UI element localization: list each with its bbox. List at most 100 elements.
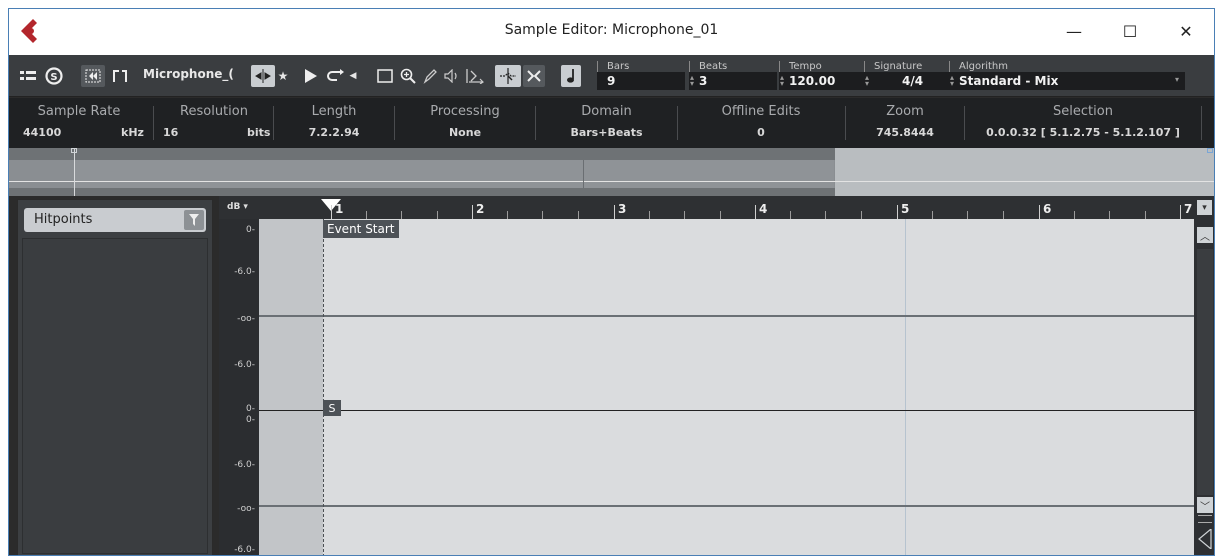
resolution-value[interactable]: 16 — [163, 126, 178, 139]
snap-star-icon[interactable]: ★ — [277, 65, 289, 87]
bars-value[interactable]: 9 — [607, 74, 615, 88]
channel-divider — [259, 410, 1194, 411]
filter-icon[interactable] — [184, 210, 204, 230]
length-info: Length 7.2.2.94 — [275, 98, 393, 148]
minimize-button[interactable]: — — [1054, 19, 1094, 43]
zoom-info: Zoom 745.8444 — [846, 98, 964, 148]
zoom-value[interactable]: 745.8444 — [846, 126, 964, 139]
algorithm-spinner-icon[interactable]: ▴ ▾ — [950, 74, 954, 88]
beats-field[interactable]: ▴ ▾ Beats 3 — [689, 61, 777, 93]
offline-edits-info: Offline Edits 0 — [678, 98, 844, 148]
warp-marker-icon[interactable] — [523, 65, 545, 87]
db-scale-ch2-3: -oo- — [237, 504, 255, 514]
scroll-up-chevron-icon[interactable]: ︿ — [1197, 227, 1213, 243]
ruler-bar-3: 3 — [618, 202, 627, 216]
time-warp-icon[interactable] — [464, 65, 486, 87]
zoom-triangle-icon[interactable] — [1198, 527, 1212, 553]
beats-spinner-icon[interactable]: ▴ ▾ — [690, 74, 694, 88]
bars-label: Bars — [607, 61, 630, 72]
play-options-icon[interactable]: ◀ — [349, 65, 357, 87]
title-bar: Sample Editor: Microphone_01 — ☐ ✕ — [9, 9, 1214, 55]
db-scale-ch1-2: -oo- — [237, 314, 255, 324]
overview-handle-right[interactable] — [1207, 148, 1213, 153]
resolution-header: Resolution — [180, 104, 248, 119]
left-panel: Hitpoints — [17, 199, 213, 555]
ruler-bar-2: 2 — [476, 202, 485, 216]
chevron-down-icon[interactable]: ▾ — [1175, 75, 1179, 84]
info-line: Sample Rate 44100 kHz Resolution 16 bits… — [9, 98, 1214, 148]
signature-spinner-icon[interactable]: ▴ ▾ — [865, 74, 869, 88]
solo-editor-icon[interactable]: S — [43, 65, 65, 87]
scroll-down-chevron-icon[interactable]: ﹀ — [1197, 497, 1213, 513]
waveform-display[interactable]: Event Start S — [259, 219, 1194, 555]
overview-marker-left[interactable] — [74, 148, 75, 196]
svg-text:S: S — [50, 72, 57, 83]
event-start-label[interactable]: Event Start — [323, 220, 399, 238]
signature-value[interactable]: 4/4 — [902, 74, 923, 88]
musical-mode-icon[interactable] — [561, 65, 581, 87]
ruler-bar-1: 1 — [335, 202, 344, 216]
maximize-button[interactable]: ☐ — [1110, 19, 1150, 43]
selection-info: Selection 0.0.0.32 [ 5.1.2.75 - 5.1.2.10… — [965, 98, 1201, 148]
domain-value[interactable]: Bars+Beats — [536, 126, 677, 139]
ruler-bar-5: 5 — [901, 202, 910, 216]
processing-header: Processing — [430, 104, 500, 119]
selection-value[interactable]: 0.0.0.32 [ 5.1.2.75 - 5.1.2.107 ] — [965, 126, 1201, 139]
algorithm-select[interactable]: ▴ ▾ Algorithm Standard - Mix ▾ — [949, 61, 1185, 93]
db-scale: 0- -6.0- -oo- -6.0- 0- 0- -6.0- -oo- -6.… — [219, 219, 259, 555]
ruler-bar-6: 6 — [1043, 202, 1052, 216]
db-scale-ch2-1: 0- — [246, 415, 255, 425]
show-inspector-icon[interactable] — [17, 65, 39, 87]
overview-line[interactable] — [9, 148, 1214, 196]
tempo-value[interactable]: 120.00 — [789, 74, 835, 88]
signature-field[interactable]: ▴ ▾ Signature 4/4 — [864, 61, 950, 93]
speaker-icon[interactable] — [442, 65, 462, 87]
length-value[interactable]: 7.2.2.94 — [275, 126, 393, 139]
algorithm-value[interactable]: Standard - Mix — [959, 74, 1058, 88]
draw-pencil-icon[interactable] — [420, 65, 440, 87]
hitpoint-edit-icon[interactable] — [495, 65, 521, 87]
offline-edits-value[interactable]: 0 — [678, 126, 844, 139]
range-select-icon[interactable] — [374, 65, 396, 87]
overview-handle-left[interactable] — [71, 148, 77, 153]
scrollbar-track[interactable] — [1197, 249, 1213, 495]
tempo-spinner-icon[interactable]: ▴ ▾ — [780, 74, 784, 88]
bars-field[interactable]: Bars 9 — [597, 61, 685, 93]
processing-value[interactable]: None — [395, 126, 535, 139]
db-scale-ch2-0: 0- — [246, 404, 255, 414]
db-scale-ch1-1: -6.0- — [234, 267, 255, 277]
play-icon[interactable] — [301, 65, 321, 87]
overview-visible-range[interactable] — [74, 160, 834, 188]
channel1-zero-line — [259, 315, 1194, 317]
db-scale-ch1-0: 0- — [246, 225, 255, 235]
resolution-unit: bits — [247, 126, 271, 139]
audio-follow-icon[interactable] — [81, 65, 105, 87]
ruler-bar-7: 7 — [1184, 202, 1193, 216]
hitpoints-label: Hitpoints — [34, 212, 93, 227]
hitpoints-section-button[interactable]: Hitpoints — [24, 208, 206, 232]
sample-rate-info: Sample Rate 44100 kHz — [9, 98, 149, 148]
snap-to-zero-icon[interactable] — [251, 65, 275, 87]
ruler-menu-chevron-icon[interactable]: ▾ — [1197, 200, 1212, 215]
selection-header: Selection — [1053, 104, 1113, 119]
beats-label: Beats — [699, 61, 728, 72]
beats-value[interactable]: 3 — [699, 74, 707, 88]
zoom-slider-handle[interactable] — [1198, 515, 1212, 523]
zoom-icon[interactable] — [398, 65, 418, 87]
db-scale-ch1-3: -6.0- — [234, 360, 255, 370]
close-button[interactable]: ✕ — [1166, 19, 1206, 43]
vertical-scrollbar[interactable]: ︿ ﹀ — [1194, 219, 1214, 555]
tempo-label: Tempo — [789, 61, 822, 72]
start-marker-handle[interactable]: S — [323, 400, 341, 416]
offline-edits-header: Offline Edits — [721, 104, 801, 119]
algorithm-label: Algorithm — [959, 61, 1008, 72]
sample-rate-value[interactable]: 44100 — [23, 126, 61, 139]
db-scale-menu[interactable]: dB ▾ — [227, 202, 248, 212]
range-bracket-icon[interactable] — [109, 65, 131, 87]
loop-icon[interactable] — [325, 65, 347, 87]
hitpoints-panel-body — [22, 238, 208, 554]
tempo-field[interactable]: ▴ ▾ Tempo 120.00 — [779, 61, 867, 93]
track-name[interactable]: Microphone_( — [143, 67, 234, 81]
ruler[interactable]: dB ▾ 1 2 3 4 5 6 7 ▾ — [219, 196, 1214, 219]
sample-rate-unit: kHz — [121, 126, 144, 139]
